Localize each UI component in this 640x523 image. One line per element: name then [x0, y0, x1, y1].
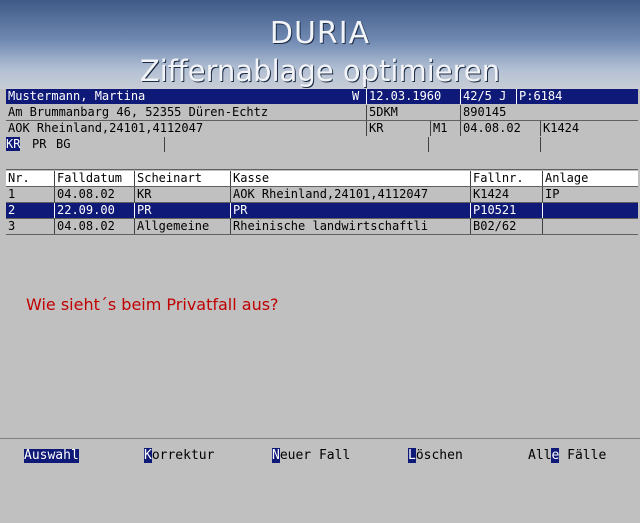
column-nr: Nr. — [8, 171, 30, 185]
title-banner: DURIA Ziffernablage optimieren — [0, 0, 640, 89]
case-type-kr[interactable]: KR — [6, 137, 30, 152]
alle-faelle-button[interactable]: Alle Fälle — [528, 448, 606, 463]
column-scheinart: Scheinart — [134, 171, 230, 186]
table-row[interactable]: 3 04.08.02 Allgemeine Rheinische landwir… — [6, 219, 638, 235]
case-table-header: Nr. Falldatum Scheinart Kasse Fallnr. An… — [6, 171, 638, 187]
patient-header-row: Mustermann, Martina W 12.03.1960 42/5 J … — [6, 89, 638, 104]
patient-address: Am Brummanbarg 46, 52355 Düren-Echtz — [8, 105, 269, 119]
case-table: Nr. Falldatum Scheinart Kasse Fallnr. An… — [6, 171, 638, 241]
column-kasse: Kasse — [230, 171, 470, 186]
column-falldatum: Falldatum — [54, 171, 134, 186]
case-type-bg[interactable]: BG — [54, 137, 164, 152]
case-reference: K1424 — [540, 121, 638, 136]
kasse-date: 04.08.02 — [460, 121, 540, 136]
patient-number: P:6184 — [516, 89, 638, 104]
patient-address-row: Am Brummanbarg 46, 52355 Düren-Echtz 5DK… — [6, 105, 638, 120]
table-row-selected[interactable]: 2 22.09.00 PR PR P10521 — [6, 203, 638, 219]
column-anlage: Anlage — [542, 171, 638, 186]
korrektur-button[interactable]: Korrektur — [144, 448, 214, 463]
insurance-code: 5DKM — [366, 105, 460, 120]
patient-birthdate: 12.03.1960 — [366, 89, 460, 104]
loeschen-button[interactable]: Löschen — [408, 448, 463, 463]
auswahl-button[interactable]: Auswahl — [24, 449, 79, 463]
function-key-bar: Auswahl Korrektur Neuer Fall Löschen All… — [0, 438, 640, 481]
patient-sex: W — [352, 89, 360, 103]
table-row[interactable]: 1 04.08.02 KR AOK Rheinland,24101,411204… — [6, 187, 638, 203]
prompt-question: Wie sieht´s beim Privatfall aus? — [26, 295, 279, 314]
app-subtitle: Ziffernablage optimieren — [139, 54, 501, 88]
patient-panel: Mustermann, Martina W 12.03.1960 42/5 J … — [6, 89, 638, 170]
patient-age: 42/5 J — [460, 89, 516, 104]
case-type-row: KR PR BG — [6, 137, 638, 152]
kasse-type: KR — [366, 121, 430, 136]
patient-kasse-row: AOK Rheinland,24101,4112047 KR M1 04.08.… — [6, 121, 638, 136]
app-name: DURIA — [269, 16, 371, 51]
member-status: M1 — [430, 121, 460, 136]
patient-kasse: AOK Rheinland,24101,4112047 — [8, 121, 204, 135]
case-type-pr[interactable]: PR — [30, 137, 54, 152]
column-fallnr: Fallnr. — [470, 171, 542, 186]
neuer-fall-button[interactable]: Neuer Fall — [272, 448, 350, 463]
patient-name: Mustermann, Martina — [8, 89, 146, 103]
insurance-id: 890145 — [460, 105, 638, 120]
